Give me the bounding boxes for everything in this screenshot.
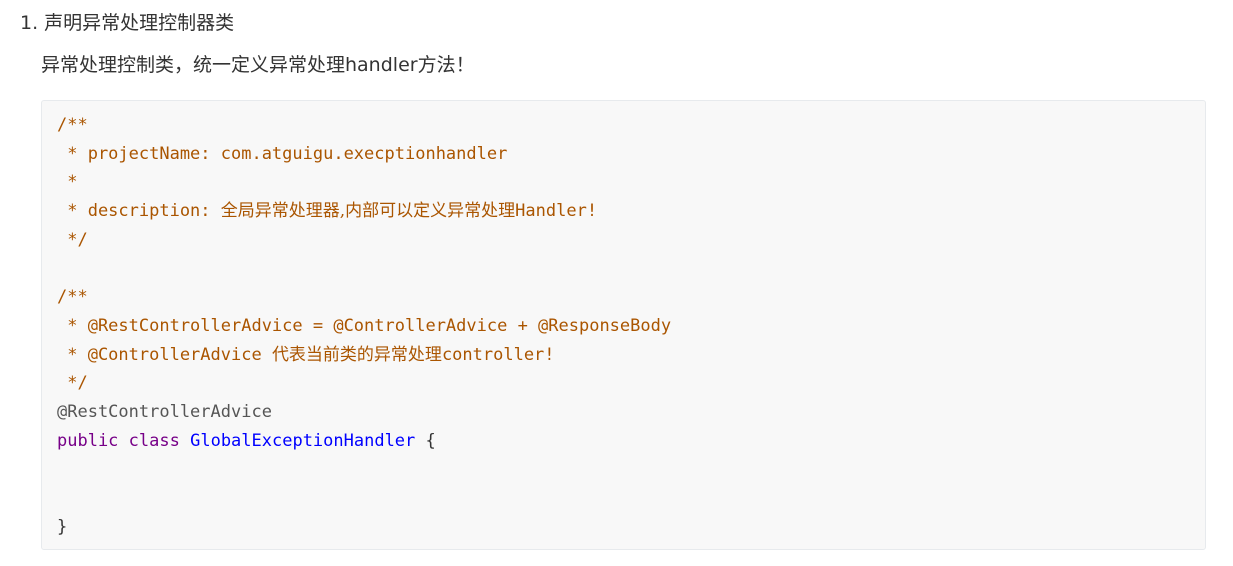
comment-segment: Handler! (515, 201, 598, 222)
heading-text: 声明异常处理控制器类 (44, 12, 235, 34)
code-block[interactable]: /** * projectName: com.atguigu.execption… (41, 100, 1206, 550)
code-line: */ (57, 373, 88, 394)
code-line: * projectName: com.atguigu.execptionhand… (57, 143, 508, 164)
keyword-public: public (57, 430, 119, 451)
comment-segment-cjk: 代表当前类的异常处理 (271, 344, 442, 365)
code-line: * @RestControllerAdvice = @ControllerAdv… (57, 315, 672, 336)
comment-segment-cjk: 全局异常处理器,内部可以定义异常处理 (220, 201, 516, 222)
list-heading: 1. 声明异常处理控制器类 (20, 8, 234, 38)
keyword-class: class (128, 430, 180, 451)
code-line-class-declaration: public class GlobalExceptionHandler { (57, 427, 671, 456)
code-line-empty (57, 484, 671, 513)
code-line-empty (57, 254, 671, 283)
code-line-empty (57, 455, 671, 484)
list-number: 1. (20, 12, 39, 34)
code-content: /** * projectName: com.atguigu.execption… (57, 111, 671, 541)
description-text: 异常处理控制类，统一定义异常处理handler方法！ (41, 54, 475, 76)
code-line: /** (57, 287, 88, 308)
close-brace: } (57, 516, 68, 537)
code-line: * (57, 172, 78, 193)
open-brace: { (425, 430, 436, 451)
comment-segment: controller! (441, 344, 555, 365)
class-name: GlobalExceptionHandler (190, 430, 416, 451)
code-line: /** (57, 115, 88, 135)
code-line: * @ControllerAdvice 代表当前类的异常处理controller… (57, 341, 671, 370)
comment-segment: * description: (57, 201, 221, 222)
comment-segment: * @ControllerAdvice (57, 344, 272, 365)
code-line: * description: 全局异常处理器,内部可以定义异常处理Handler… (57, 197, 671, 226)
code-line-annotation: @RestControllerAdvice (57, 401, 272, 422)
code-line: */ (57, 229, 88, 250)
